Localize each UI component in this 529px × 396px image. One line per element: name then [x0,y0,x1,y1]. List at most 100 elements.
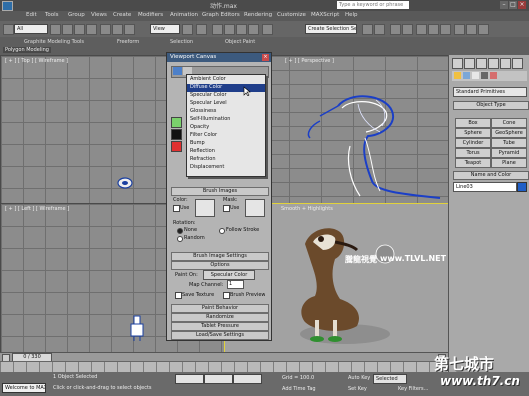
menu-group[interactable]: Group [68,12,85,18]
menu-item-glossiness[interactable]: Glossiness [187,108,265,116]
menu-edit[interactable]: Edit [26,12,37,18]
rotate-icon[interactable] [112,24,123,35]
selection-filter-dropdown[interactable]: All [14,24,48,34]
transform-x-field[interactable] [175,374,204,384]
viewport-label-perspective[interactable]: [ + ] [ Perspective ] [285,58,334,64]
viewport-label-top[interactable]: [ + ] [ Top ] [ Wireframe ] [5,58,68,64]
geosphere-button[interactable]: GeoSphere [491,128,527,138]
shapes-icon[interactable] [463,72,470,79]
menu-item-filter-color[interactable]: Filter Color [187,132,265,140]
menu-animation[interactable]: Animation [170,12,198,18]
key-filters-button[interactable]: Key Filters... [398,386,428,392]
object-type-header[interactable]: Object Type [453,101,529,110]
menu-item-opacity[interactable]: Opacity [187,124,265,132]
tab-selection[interactable]: Selection [170,39,193,45]
lights-icon[interactable] [472,72,479,79]
select-manipulate-icon[interactable] [196,24,207,35]
menu-item-self-illumination[interactable]: Self-Illumination [187,116,265,124]
named-selection-set-field[interactable]: Create Selection Set [305,24,357,34]
menu-tools[interactable]: Tools [45,12,59,18]
move-icon[interactable] [100,24,111,35]
box-button[interactable]: Box [455,118,491,128]
auto-key-button[interactable]: Auto Key [348,375,370,381]
menu-create[interactable]: Create [113,12,131,18]
menu-modifiers[interactable]: Modifiers [138,12,163,18]
render-setup-icon[interactable] [454,24,465,35]
align-icon[interactable] [374,24,385,35]
sphere-button[interactable]: Sphere [455,128,491,138]
tab-graphite-modeling-tools[interactable]: Graphite Modeling Tools [24,39,84,45]
category-dropdown[interactable]: Standard Primitives [453,87,527,97]
window-crossing-icon[interactable] [86,24,97,35]
graphite-toggle-icon[interactable] [402,24,413,35]
rollout-tablet-pressure[interactable]: Tablet Pressure [171,322,269,331]
viewport-label-shading[interactable]: Smooth + Highlights [281,206,333,212]
add-time-tag-button[interactable]: Add Time Tag [282,386,316,392]
tab-object-paint[interactable]: Object Paint [225,39,255,45]
hierarchy-tab-icon[interactable] [476,58,487,69]
menu-rendering[interactable]: Rendering [244,12,272,18]
rotation-none-radio[interactable] [177,228,183,234]
menu-item-ambient-color[interactable]: Ambient Color [187,76,265,84]
menu-help[interactable]: Help [345,12,358,18]
paint-tool-icon[interactable] [173,67,182,75]
rollout-randomize[interactable]: Randomize [171,313,269,322]
percent-snap-icon[interactable] [236,24,247,35]
transform-y-field[interactable] [204,374,233,384]
menu-item-displacement[interactable]: Displacement [187,164,265,172]
rollout-options[interactable]: Options [171,261,269,270]
menu-maxscript[interactable]: MAXScript [311,12,339,18]
maxscript-listener-field[interactable]: Welcome to MAX [2,383,46,393]
menu-item-diffuse-color[interactable]: Diffuse Color [187,84,265,92]
display-tab-icon[interactable] [500,58,511,69]
save-texture-checkbox[interactable] [175,292,182,299]
app-logo-icon[interactable] [2,1,13,11]
map-channel-spinner[interactable]: 1 [227,280,244,289]
undo-icon[interactable] [3,24,14,35]
paint-on-button[interactable]: Specular Color [203,270,255,280]
rollout-load-save-settings[interactable]: Load/Save Settings [171,331,269,340]
ribbon-polygon-modeling[interactable]: Polygon Modeling [3,47,51,53]
transform-z-field[interactable] [233,374,262,384]
modify-tab-icon[interactable] [464,58,475,69]
select-by-name-icon[interactable] [62,24,73,35]
mirror-icon[interactable] [362,24,373,35]
color-swatch-red[interactable] [171,141,182,152]
cone-button[interactable]: Cone [491,118,527,128]
mask-use-checkbox[interactable] [223,205,230,212]
search-input[interactable]: Type a keyword or phrase [337,1,409,9]
mask-brush-image[interactable] [245,199,265,217]
rollout-paint-behavior[interactable]: Paint Behavior [171,304,269,313]
menu-item-specular-level[interactable]: Specular Level [187,100,265,108]
rectangular-selection-icon[interactable] [74,24,85,35]
pivot-icon[interactable] [182,24,193,35]
viewport-label-left[interactable]: [ + ] [ Left ] [ Wireframe ] [5,206,69,212]
maximize-icon[interactable]: □ [509,1,517,9]
color-swatch-black[interactable] [171,129,182,140]
torus-button[interactable]: Torus [455,148,491,158]
menu-views[interactable]: Views [91,12,107,18]
menu-item-refraction[interactable]: Refraction [187,156,265,164]
pyramid-button[interactable]: Pyramid [491,148,527,158]
color-swatch-icon[interactable] [171,117,182,128]
motion-tab-icon[interactable] [488,58,499,69]
close-icon[interactable]: × [518,1,526,9]
rollout-brush-image-settings[interactable]: Brush Image Settings [171,252,269,261]
render-production-icon[interactable] [478,24,489,35]
utilities-tab-icon[interactable] [512,58,523,69]
teapot-button[interactable]: Teapot [455,158,491,168]
color-use-checkbox[interactable] [173,205,180,212]
geometry-icon[interactable] [454,72,461,79]
edit-named-selection-icon[interactable] [262,24,273,35]
name-and-color-header[interactable]: Name and Color [453,171,529,180]
menu-customize[interactable]: Customize [277,12,306,18]
minimize-icon[interactable]: – [500,1,508,9]
reference-coordinate-dropdown[interactable]: View [150,24,180,34]
object-name-field[interactable]: Line03 [453,182,517,192]
menu-item-reflection[interactable]: Reflection [187,148,265,156]
layer-manager-icon[interactable] [390,24,401,35]
plane-button[interactable]: Plane [491,158,527,168]
tab-freeform[interactable]: Freeform [117,39,139,45]
scale-icon[interactable] [124,24,135,35]
brush-preview-checkbox[interactable] [223,292,230,299]
